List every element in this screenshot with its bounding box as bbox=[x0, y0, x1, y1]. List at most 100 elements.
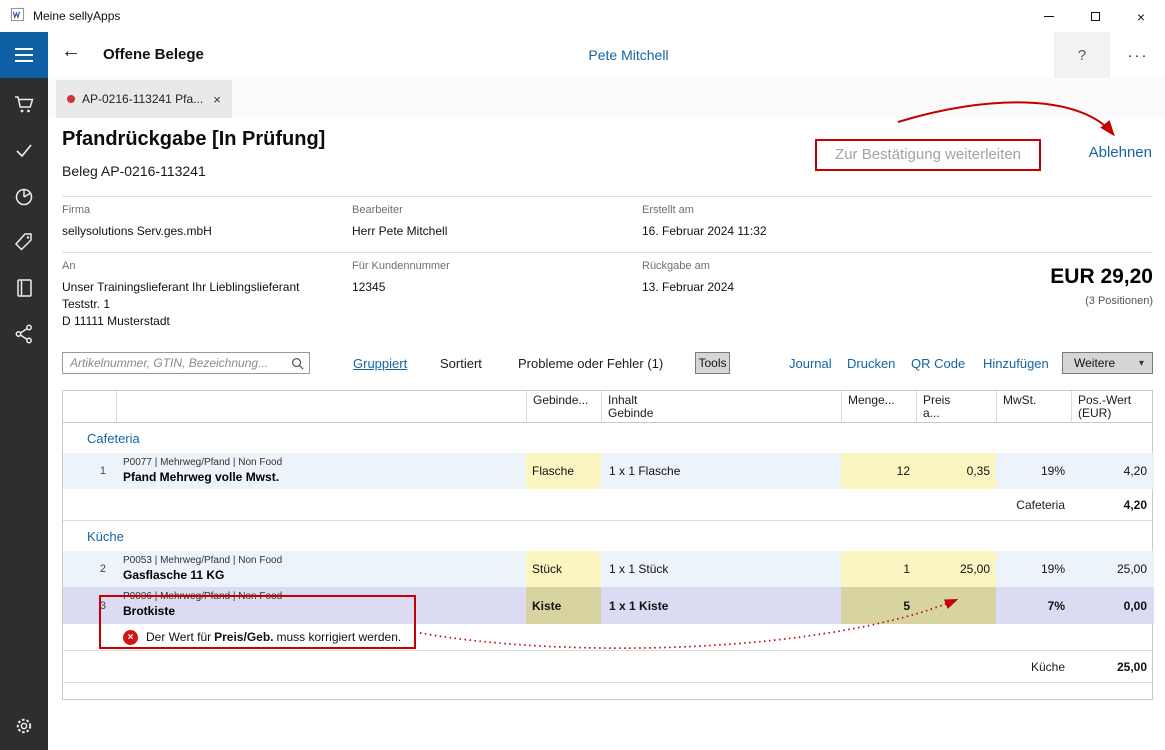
forward-button[interactable]: Zur Bestätigung weiterleiten bbox=[816, 140, 1040, 170]
cell-preis[interactable] bbox=[916, 587, 996, 624]
cell-inhalt: 1 x 1 Kiste bbox=[601, 587, 841, 624]
sorted-link[interactable]: Sortiert bbox=[440, 356, 482, 371]
help-button[interactable]: ? bbox=[1054, 32, 1110, 78]
document-title: Pfandrückgabe [In Prüfung] bbox=[62, 128, 325, 151]
error-text: Der Wert fürPreis/Geb.muss korrigiert we… bbox=[146, 630, 401, 644]
table-empty-area bbox=[63, 683, 1152, 699]
help-icon: ? bbox=[1078, 47, 1086, 64]
field-label-firma: Firma bbox=[62, 204, 90, 216]
table-row[interactable]: 2 P0053 | Mehrweg/Pfand | Non Food Gasfl… bbox=[63, 551, 1152, 587]
header-description[interactable] bbox=[116, 391, 526, 423]
tab-close-icon[interactable]: × bbox=[213, 92, 221, 107]
row-description: P0053 | Mehrweg/Pfand | Non Food Gasflas… bbox=[116, 551, 526, 587]
minimize-icon bbox=[1044, 16, 1054, 17]
header-menge[interactable]: Menge... bbox=[841, 391, 916, 423]
header-preis[interactable]: Preis a... bbox=[916, 391, 996, 423]
print-link[interactable]: Drucken bbox=[847, 356, 895, 371]
window-title: Meine sellyApps bbox=[33, 9, 120, 23]
tab-strip: AP-0216-113241 Pfa... × bbox=[48, 78, 1165, 118]
window-controls: × bbox=[1026, 1, 1164, 32]
field-value-bearbeiter: Herr Pete Mitchell bbox=[352, 223, 447, 240]
search-box bbox=[62, 352, 310, 374]
row-number: 3 bbox=[63, 587, 116, 624]
field-label-an: An bbox=[62, 260, 75, 272]
checkmark-icon bbox=[12, 138, 36, 162]
more-actions-button[interactable]: Weitere ▾ bbox=[1062, 352, 1153, 374]
table-row-selected[interactable]: 3 P0006 | Mehrweg/Pfand | Non Food Brotk… bbox=[63, 587, 1152, 624]
cell-gebinde[interactable]: Flasche bbox=[526, 453, 601, 489]
cell-poswert: 0,00 bbox=[1071, 587, 1154, 624]
tab-document[interactable]: AP-0216-113241 Pfa... × bbox=[56, 80, 232, 118]
header-gebinde[interactable]: Gebinde... bbox=[526, 391, 601, 423]
cell-menge[interactable]: 12 bbox=[841, 453, 916, 489]
table-row[interactable]: 1 P0077 | Mehrweg/Pfand | Non Food Pfand… bbox=[63, 453, 1152, 489]
tab-label: AP-0216-113241 Pfa... bbox=[82, 92, 203, 106]
reject-button[interactable]: Ablehnen bbox=[1089, 144, 1152, 161]
sidebar-item-cart[interactable] bbox=[11, 91, 37, 117]
cell-mwst: 19% bbox=[996, 453, 1071, 489]
header-inhalt[interactable]: Inhalt Gebinde bbox=[601, 391, 841, 423]
validation-error-message: × Der Wert fürPreis/Geb.muss korrigiert … bbox=[63, 624, 1152, 651]
cell-menge[interactable]: 1 bbox=[841, 551, 916, 587]
field-label-bearbeiter: Bearbeiter bbox=[352, 204, 403, 216]
article-name: Pfand Mehrweg volle Mwst. bbox=[123, 470, 526, 484]
app-window: Meine sellyApps × ← Offene Belege Pete M… bbox=[0, 0, 1165, 750]
error-icon: × bbox=[123, 630, 138, 645]
header-mwst[interactable]: MwSt. bbox=[996, 391, 1071, 423]
document-view: Pfandrückgabe [In Prüfung] Zur Bestätigu… bbox=[48, 118, 1165, 750]
sidebar-item-labels[interactable] bbox=[11, 229, 37, 255]
close-button[interactable]: × bbox=[1118, 1, 1164, 32]
sidebar-item-journal[interactable] bbox=[11, 275, 37, 301]
unsaved-dot-icon bbox=[67, 95, 75, 103]
more-icon: ··· bbox=[1128, 47, 1149, 64]
row-number: 2 bbox=[63, 551, 116, 587]
group-subtotal-kueche: Küche 25,00 bbox=[63, 651, 1152, 683]
problems-link[interactable]: Probleme oder Fehler (1) bbox=[518, 356, 663, 371]
positions-table: Gebinde... Inhalt Gebinde Menge... Preis… bbox=[62, 390, 1153, 700]
field-label-rueckgabe-am: Rückgabe am bbox=[642, 260, 710, 272]
minimize-button[interactable] bbox=[1026, 1, 1072, 32]
sidebar-item-tasks[interactable] bbox=[11, 137, 37, 163]
cell-poswert: 4,20 bbox=[1071, 453, 1154, 489]
sidebar-item-share[interactable] bbox=[11, 321, 37, 347]
subtotal-value: 25,00 bbox=[1071, 651, 1154, 682]
sidebar-item-statistics[interactable] bbox=[11, 183, 37, 209]
more-actions-label: Weitere bbox=[1074, 356, 1115, 370]
user-link[interactable]: Pete Mitchell bbox=[0, 47, 1165, 63]
document-total: EUR 29,20 bbox=[1050, 265, 1153, 289]
header-poswert[interactable]: Pos.-Wert (EUR) bbox=[1071, 391, 1154, 423]
row-number: 1 bbox=[63, 453, 116, 489]
close-icon: × bbox=[1137, 9, 1145, 25]
maximize-button[interactable] bbox=[1072, 1, 1118, 32]
cell-menge[interactable]: 5 bbox=[841, 587, 916, 624]
grouped-link[interactable]: Gruppiert bbox=[353, 356, 407, 371]
sidebar-item-settings[interactable] bbox=[11, 713, 37, 739]
share-icon bbox=[12, 322, 36, 346]
separator bbox=[62, 252, 1153, 253]
cell-preis[interactable]: 25,00 bbox=[916, 551, 996, 587]
article-name: Brotkiste bbox=[123, 604, 526, 618]
titlebar: Meine sellyApps × bbox=[0, 0, 1165, 32]
chevron-down-icon: ▾ bbox=[1139, 358, 1144, 369]
field-value-an: Unser Trainingslieferant Ihr Lieblingsli… bbox=[62, 279, 299, 330]
search-input[interactable] bbox=[62, 352, 310, 374]
journal-link[interactable]: Journal bbox=[789, 356, 832, 371]
separator bbox=[62, 196, 1153, 197]
tools-button[interactable]: Tools bbox=[695, 352, 730, 374]
cell-inhalt: 1 x 1 Stück bbox=[601, 551, 841, 587]
more-button[interactable]: ··· bbox=[1111, 32, 1165, 78]
cart-icon bbox=[12, 92, 36, 116]
header-num[interactable] bbox=[63, 391, 116, 423]
field-value-erstellt-am: 16. Februar 2024 11:32 bbox=[642, 223, 767, 240]
group-subtotal-cafeteria: Cafeteria 4,20 bbox=[63, 489, 1152, 521]
qr-code-link[interactable]: QR Code bbox=[911, 356, 965, 371]
field-value-kundennummer: 12345 bbox=[352, 279, 385, 296]
search-icon[interactable] bbox=[290, 356, 305, 376]
cell-mwst: 7% bbox=[996, 587, 1071, 624]
cell-preis[interactable]: 0,35 bbox=[916, 453, 996, 489]
add-link[interactable]: Hinzufügen bbox=[983, 356, 1049, 371]
sidebar bbox=[0, 78, 48, 750]
cell-gebinde[interactable]: Kiste bbox=[526, 587, 601, 624]
article-name: Gasflasche 11 KG bbox=[123, 568, 526, 582]
cell-gebinde[interactable]: Stück bbox=[526, 551, 601, 587]
